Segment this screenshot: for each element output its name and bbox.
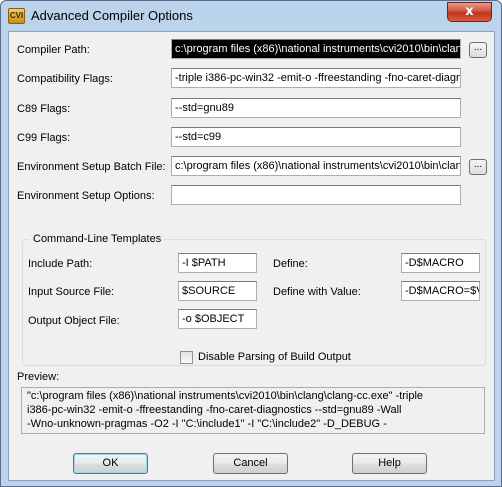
compat-flags-label: Compatibility Flags: [17, 73, 113, 85]
compiler-path-value: c:\program files (x86)\national instrume… [175, 43, 460, 55]
compat-flags-field[interactable]: -triple i386-pc-win32 -emit-o -ffreestan… [171, 68, 461, 88]
include-path-label: Include Path: [28, 258, 93, 270]
compiler-path-field[interactable]: c:\program files (x86)\national instrume… [171, 39, 461, 59]
c99-flags-label: C99 Flags: [17, 132, 71, 144]
compiler-path-label: Compiler Path: [17, 44, 90, 56]
input-source-field[interactable]: $SOURCE [178, 281, 257, 301]
title-bar[interactable]: CVI Advanced Compiler Options x [1, 1, 501, 31]
dialog-client-area: Compiler Path: c:\program files (x86)\na… [8, 31, 495, 481]
command-line-templates-title: Command-Line Templates [30, 232, 165, 246]
include-path-field[interactable]: -I $PATH [178, 253, 257, 273]
input-source-label: Input Source File: [28, 286, 115, 298]
env-batch-file-browse-button[interactable]: ... [469, 159, 487, 175]
preview-text: "c:\program files (x86)\national instrum… [21, 387, 485, 434]
define-value-label: Define with Value: [273, 286, 361, 298]
dialog-window: CVI Advanced Compiler Options x Compiler… [0, 0, 502, 487]
disable-parsing-label[interactable]: Disable Parsing of Build Output [198, 350, 351, 364]
define-field[interactable]: -D$MACRO [401, 253, 480, 273]
disable-parsing-checkbox[interactable] [180, 351, 193, 364]
help-button[interactable]: Help [352, 453, 427, 474]
env-options-label: Environment Setup Options: [17, 190, 155, 202]
output-object-field[interactable]: -o $OBJECT [178, 309, 257, 329]
c89-flags-field[interactable]: --std=gnu89 [171, 98, 461, 118]
env-batch-file-field[interactable]: c:\program files (x86)\national instrume… [171, 156, 461, 176]
ok-button[interactable]: OK [73, 453, 148, 474]
define-value-field[interactable]: -D$MACRO=$VALUE [401, 281, 480, 301]
compiler-path-browse-button[interactable]: ... [469, 42, 487, 58]
close-button[interactable]: x [447, 2, 492, 22]
define-label: Define: [273, 258, 308, 270]
preview-label: Preview: [17, 371, 60, 383]
c99-flags-field[interactable]: --std=c99 [171, 127, 461, 147]
c89-flags-label: C89 Flags: [17, 103, 71, 115]
output-object-label: Output Object File: [28, 315, 120, 327]
env-options-field[interactable] [171, 185, 461, 205]
cancel-button[interactable]: Cancel [213, 453, 288, 474]
cvi-app-icon: CVI [8, 8, 25, 24]
window-title: Advanced Compiler Options [31, 8, 193, 23]
env-batch-file-label: Environment Setup Batch File: [17, 161, 166, 173]
